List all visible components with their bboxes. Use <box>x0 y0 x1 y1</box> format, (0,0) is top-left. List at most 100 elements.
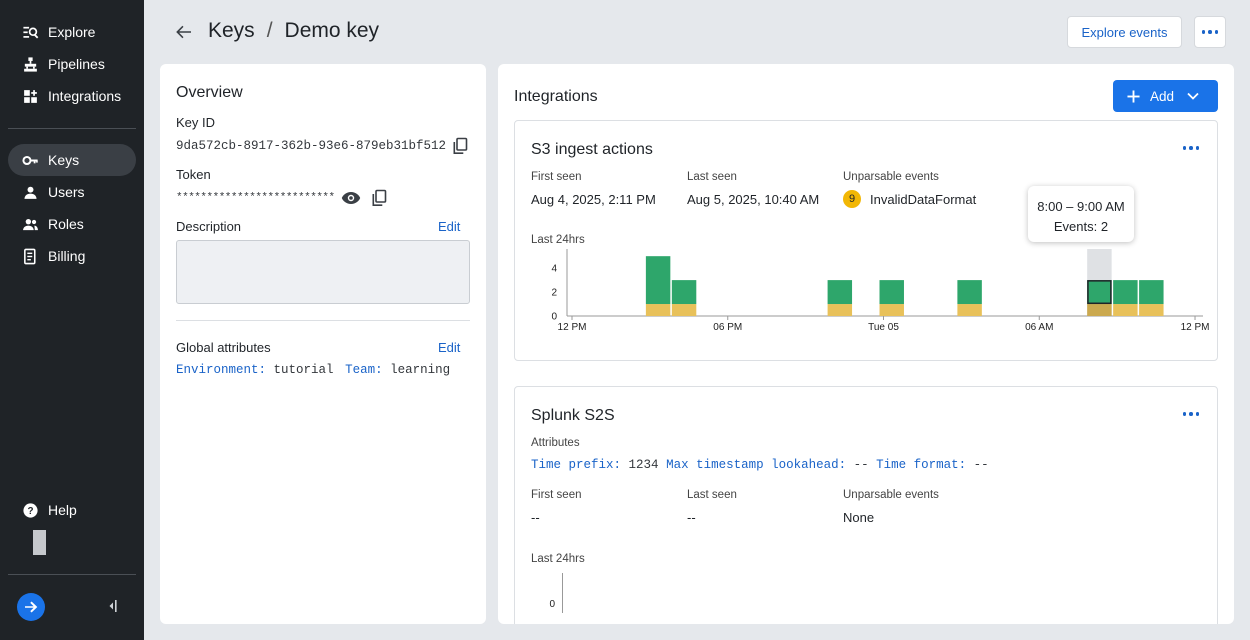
attr-key: Max timestamp lookahead: <box>666 458 847 472</box>
attr-key: Time prefix: <box>531 458 622 472</box>
attributes-label: Attributes <box>531 437 580 449</box>
chart-bar-segment <box>671 304 697 316</box>
attr-value: 1234 <box>628 458 659 472</box>
sidebar: Explore Pipelines Integrations Keys User… <box>0 0 144 640</box>
chart-ytick: 2 <box>551 288 557 299</box>
sidebar-item-keys[interactable]: Keys <box>8 144 136 176</box>
last-seen-label: Last seen <box>687 171 737 183</box>
s3-more-button[interactable] <box>1181 141 1201 155</box>
chart-bar-segment <box>827 280 853 305</box>
chart-bar-segment <box>957 280 982 305</box>
tooltip-time: 8:00 – 9:00 AM <box>1037 199 1125 214</box>
copy-key-id-button[interactable] <box>452 137 468 155</box>
integrations-panel: Integrations Add S3 ingest actions First… <box>498 64 1234 624</box>
attr-value: -- <box>853 458 869 472</box>
sidebar-item-users[interactable]: Users <box>8 176 136 208</box>
copy-token-button[interactable] <box>371 189 387 207</box>
attr-key: Time format: <box>876 458 967 472</box>
chart-ytick: 4 <box>551 264 557 275</box>
events-chart[interactable]: 0 2 4 12 PM 06 PM Tue 05 06 AM 12 PM <box>515 245 1217 350</box>
integration-title: Splunk S2S <box>531 407 615 424</box>
chart-y-axis <box>562 573 563 613</box>
integrations-title: Integrations <box>514 88 598 105</box>
unparsable-type: InvalidDataFormat <box>870 191 977 207</box>
first-seen-label: First seen <box>531 171 582 183</box>
sidebar-item-label: Keys <box>48 152 80 168</box>
user-icon <box>21 183 39 201</box>
chart-bar-segment <box>671 280 697 305</box>
global-attributes-label: Global attributes <box>176 340 271 355</box>
splunk-attributes-list: Time prefix: 1234 Max timestamp lookahea… <box>531 458 989 472</box>
avatar[interactable] <box>33 530 46 555</box>
integration-card-splunk: Splunk S2S Attributes Time prefix: 1234 … <box>514 386 1218 624</box>
arrow-left-icon <box>176 25 191 39</box>
first-seen-value: -- <box>531 510 540 525</box>
eye-icon <box>341 192 361 204</box>
splunk-more-button[interactable] <box>1181 407 1201 421</box>
svg-text:?: ? <box>27 506 33 517</box>
attr-key: Environment: <box>176 363 267 377</box>
global-attributes-list: Environment: tutorial Team: learning <box>176 363 450 377</box>
chart-ytick: 0 <box>549 599 555 610</box>
back-button[interactable] <box>174 22 194 42</box>
sidebar-item-label: Billing <box>48 248 86 264</box>
key-id-value: 9da572cb-8917-362b-93e6-879eb31bf512 <box>176 139 447 153</box>
sidebar-item-label: Help <box>48 502 77 518</box>
collapse-icon <box>109 600 117 612</box>
last-seen-value: Aug 5, 2025, 10:40 AM <box>687 192 820 207</box>
pipelines-icon <box>21 55 39 73</box>
description-field[interactable] <box>176 240 470 304</box>
last-seen-label: Last seen <box>687 489 737 501</box>
chart-xtick: 12 PM <box>558 322 587 333</box>
unparsable-events[interactable]: 9 InvalidDataFormat <box>843 190 976 208</box>
page-more-button[interactable] <box>1194 16 1226 48</box>
sidebar-item-pipelines[interactable]: Pipelines <box>8 48 136 80</box>
copy-icon <box>372 189 387 206</box>
breadcrumb-keys[interactable]: Keys <box>208 19 255 43</box>
sidebar-item-billing[interactable]: Billing <box>8 240 136 272</box>
attr-value: -- <box>973 458 989 472</box>
show-token-button[interactable] <box>341 191 361 205</box>
unparsable-value: None <box>843 510 875 525</box>
last-seen-value: -- <box>687 510 696 525</box>
chart-xtick: 12 PM <box>1181 322 1210 333</box>
copy-icon <box>453 137 468 154</box>
attr-key: Team: <box>345 363 383 377</box>
chart-xtick: Tue 05 <box>868 322 899 333</box>
breadcrumb: Keys / Demo key <box>208 19 379 43</box>
home-logo-button[interactable] <box>17 593 45 621</box>
breadcrumb-separator: / <box>266 19 273 42</box>
chart-bar-segment <box>645 304 671 316</box>
chevron-down-icon <box>1187 92 1199 100</box>
sidebar-item-label: Explore <box>48 24 96 40</box>
chart-xtick: 06 PM <box>713 322 742 333</box>
tooltip-events: Events: 2 <box>1053 219 1109 234</box>
chart-bar-segment <box>1113 280 1138 305</box>
chart-bar-highlight <box>1087 304 1112 316</box>
billing-icon <box>21 247 39 265</box>
add-button-label: Add <box>1150 88 1175 104</box>
sidebar-item-label: Pipelines <box>48 56 105 72</box>
section-divider <box>176 320 470 321</box>
collapse-sidebar-button[interactable] <box>106 598 120 614</box>
edit-global-attributes-button[interactable]: Edit <box>438 340 460 355</box>
unparsable-label: Unparsable events <box>843 489 939 501</box>
explore-icon <box>21 23 39 41</box>
sidebar-item-roles[interactable]: Roles <box>8 208 136 240</box>
help-icon: ? <box>21 501 39 519</box>
sidebar-item-help[interactable]: ? Help <box>8 494 136 526</box>
explore-events-button[interactable]: Explore events <box>1067 16 1182 48</box>
chart-bar-segment <box>1087 280 1112 305</box>
token-value: ************************** <box>176 192 335 204</box>
roles-icon <box>21 215 39 233</box>
integration-title: S3 ingest actions <box>531 141 653 158</box>
edit-description-button[interactable]: Edit <box>438 219 460 234</box>
chart-xtick: 06 AM <box>1025 322 1053 333</box>
page-title: Demo key <box>284 19 380 42</box>
sidebar-item-integrations[interactable]: Integrations <box>8 80 136 112</box>
add-integration-button[interactable]: Add <box>1113 80 1218 112</box>
sidebar-divider <box>8 574 136 575</box>
sidebar-item-explore[interactable]: Explore <box>8 16 136 48</box>
chart-bar-segment <box>645 256 671 305</box>
attr-value: tutorial <box>273 363 334 377</box>
